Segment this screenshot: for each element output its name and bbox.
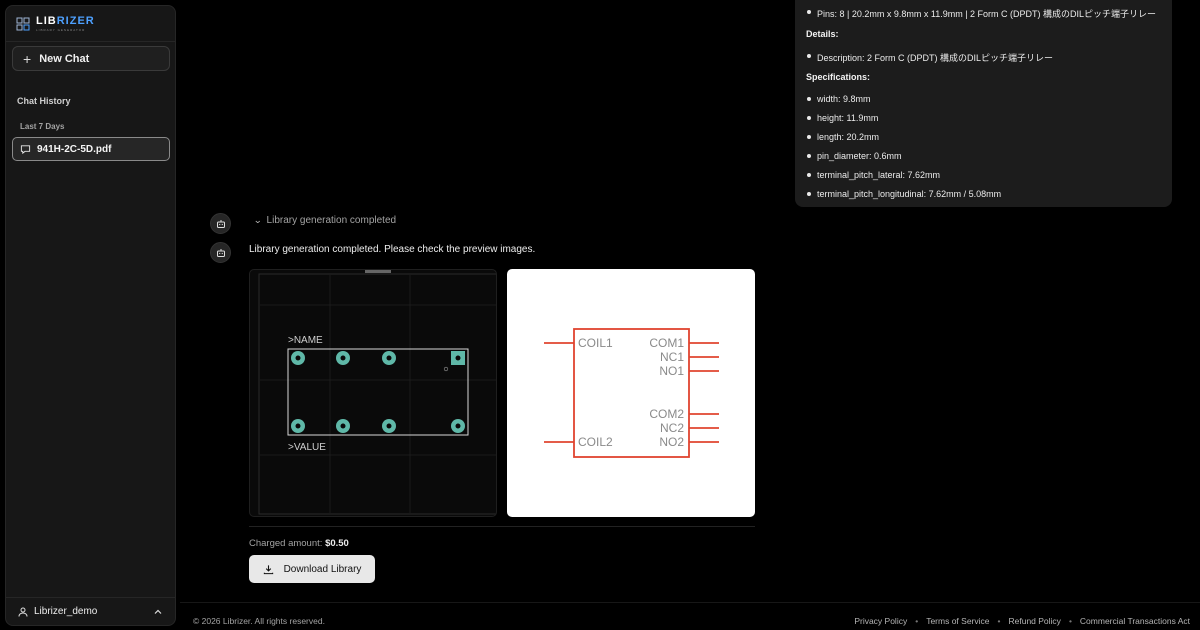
divider bbox=[249, 526, 755, 527]
download-icon bbox=[263, 564, 273, 574]
download-library-button[interactable]: Download Library bbox=[249, 555, 375, 583]
download-label: Download Library bbox=[283, 563, 362, 575]
spec-item: pin_diameter: 0.6mm bbox=[807, 151, 902, 161]
pin-label: NO1 bbox=[659, 364, 684, 378]
pin-label: NO2 bbox=[659, 435, 684, 449]
details-heading: Details: bbox=[806, 29, 839, 39]
chat-bubble-icon bbox=[20, 144, 31, 154]
pin-label: COIL1 bbox=[578, 336, 613, 350]
bot-message: Library generation completed. Please che… bbox=[249, 244, 536, 255]
new-chat-label: New Chat bbox=[39, 52, 90, 65]
separator-dot: • bbox=[1068, 616, 1072, 626]
divider bbox=[6, 41, 175, 42]
plus-icon: + bbox=[23, 50, 32, 67]
logo-icon bbox=[16, 17, 30, 31]
robot-icon bbox=[216, 219, 225, 228]
spec-item: terminal_pitch_lateral: 7.62mm bbox=[806, 170, 941, 180]
sidebar: LIBRIZER LIBRARY GENERATOR + New Chat Ch… bbox=[5, 5, 176, 626]
spec-item: length: 20.2mm bbox=[806, 132, 880, 142]
footer-links: Privacy Policy • Terms of Service • Refu… bbox=[854, 616, 1190, 626]
pin-label: COM1 bbox=[649, 336, 684, 350]
summary-item: Pins: 8 | 20.2mm x 9.8mm x 11.9mm | 2 Fo… bbox=[806, 9, 1157, 19]
footprint-value-label: >VALUE bbox=[288, 442, 326, 453]
bot-avatar bbox=[210, 213, 231, 234]
terms-link[interactable]: Terms of Service bbox=[926, 616, 989, 626]
pin-label: NC1 bbox=[660, 350, 684, 364]
charged-label: Charged amount: bbox=[249, 538, 323, 549]
spec-item: terminal_pitch_longitudinal: 7.62mm / 5.… bbox=[806, 189, 1002, 199]
user-menu[interactable]: Librizer_demo bbox=[6, 597, 175, 625]
pin-label: NC2 bbox=[660, 421, 684, 435]
separator-dot: • bbox=[915, 616, 919, 626]
pin-label: COIL2 bbox=[578, 435, 613, 449]
charged-value: $0.50 bbox=[325, 538, 349, 549]
spec-item: height: 11.9mm bbox=[806, 113, 879, 123]
chevron-up-icon[interactable] bbox=[153, 607, 163, 617]
user-icon bbox=[18, 607, 28, 617]
commercial-transactions-link[interactable]: Commercial Transactions Act bbox=[1080, 616, 1190, 626]
new-chat-button[interactable]: + New Chat bbox=[12, 46, 170, 71]
footprint-drawing: >NAME >VALUE bbox=[258, 270, 496, 515]
schematic-preview-image[interactable]: COIL1 COIL2 COM1 NC1 NO1 COM2 NC2 NO2 bbox=[507, 269, 755, 517]
history-group-label: Last 7 Days bbox=[20, 122, 65, 131]
history-item-label: 941H-2C-5D.pdf bbox=[37, 143, 112, 155]
chevron-down-icon: ⌄ bbox=[253, 215, 263, 225]
chat-history-title: Chat History bbox=[17, 96, 71, 106]
footprint-preview-image[interactable]: >NAME >VALUE bbox=[249, 269, 497, 517]
robot-icon bbox=[216, 248, 225, 257]
details-item: Description: 2 Form C (DPDT) 構成のDILピッチ端子… bbox=[806, 53, 1054, 63]
footprint-name-label: >NAME bbox=[288, 335, 323, 346]
footer: © 2026 Librizer. All rights reserved. Pr… bbox=[180, 602, 1200, 630]
part-details-card: Pins: 8 | 20.2mm x 9.8mm x 11.9mm | 2 Fo… bbox=[795, 0, 1172, 207]
logo-subtitle: LIBRARY GENERATOR bbox=[36, 28, 86, 32]
history-item[interactable]: 941H-2C-5D.pdf bbox=[12, 137, 170, 161]
generation-status-label: Library generation completed bbox=[266, 215, 397, 226]
separator-dot: • bbox=[997, 616, 1001, 626]
refund-policy-link[interactable]: Refund Policy bbox=[1008, 616, 1060, 626]
generation-status-toggle[interactable]: ⌄ Library generation completed bbox=[253, 215, 397, 226]
schematic-symbol: COIL1 COIL2 COM1 NC1 NO1 COM2 NC2 NO2 bbox=[544, 328, 719, 458]
app-logo[interactable]: LIBRIZER LIBRARY GENERATOR bbox=[16, 16, 95, 32]
privacy-policy-link[interactable]: Privacy Policy bbox=[854, 616, 907, 626]
copyright: © 2026 Librizer. All rights reserved. bbox=[193, 616, 325, 626]
pin-label: COM2 bbox=[649, 407, 684, 421]
charged-amount: Charged amount: $0.50 bbox=[249, 538, 349, 549]
bot-avatar bbox=[210, 242, 231, 263]
pads bbox=[291, 351, 465, 433]
user-name: Librizer_demo bbox=[34, 606, 98, 617]
logo-text: LIBRIZER bbox=[36, 15, 95, 27]
spec-item: width: 9.8mm bbox=[807, 94, 871, 104]
specs-heading: Specifications: bbox=[806, 72, 871, 82]
